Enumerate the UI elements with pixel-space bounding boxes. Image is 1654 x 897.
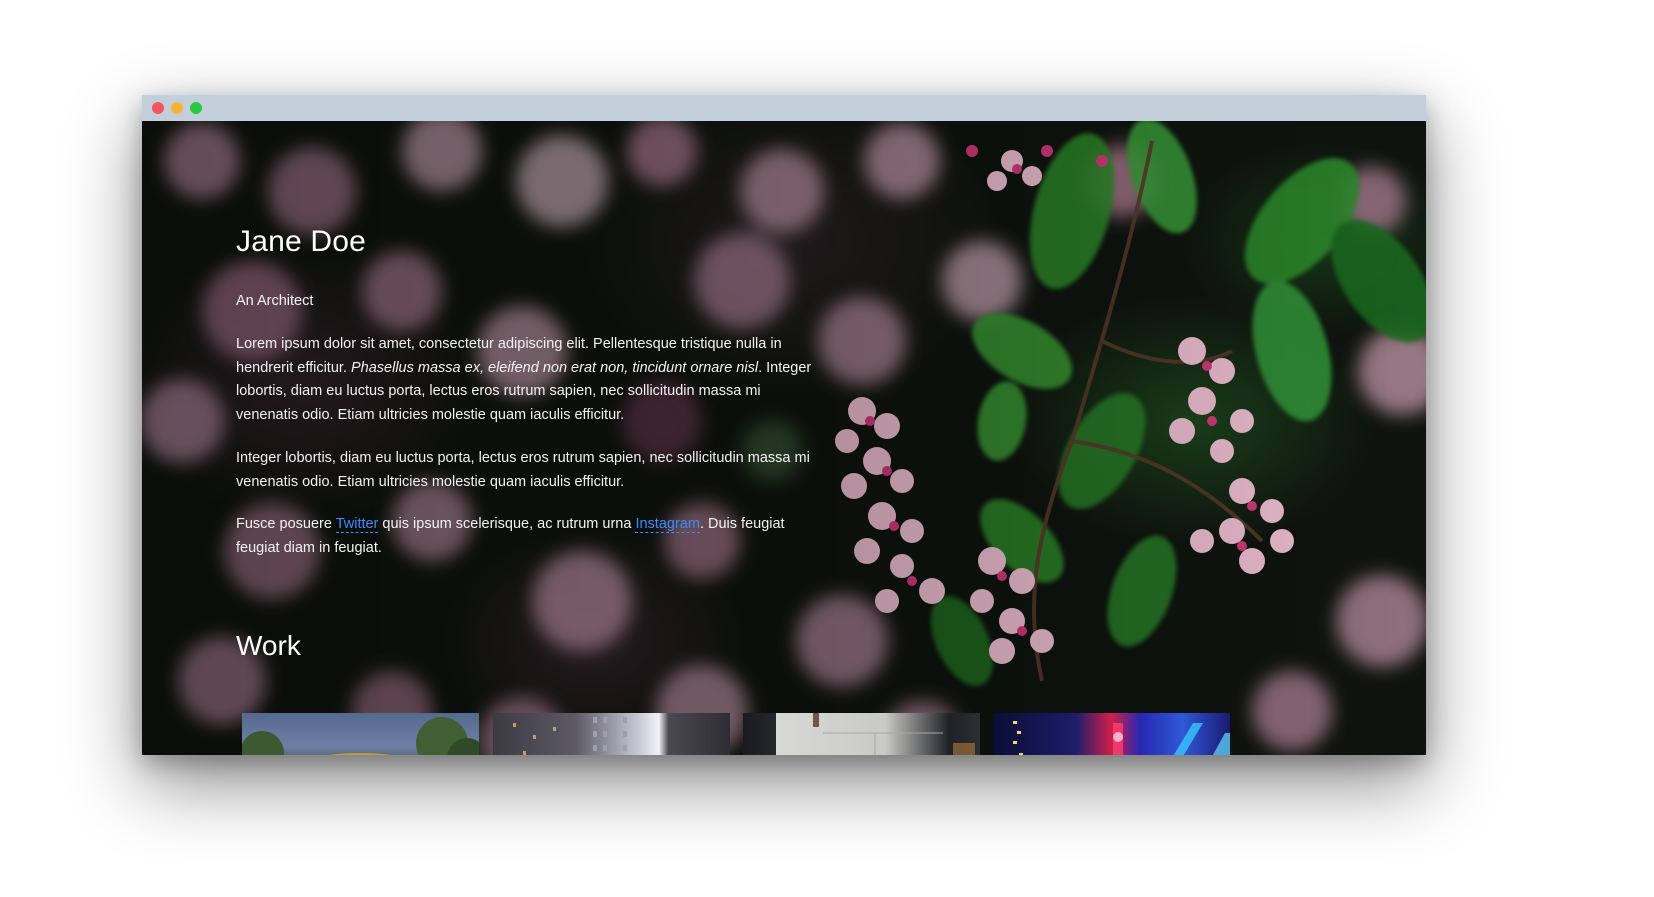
profile-role: An Architect	[236, 293, 314, 309]
bio-paragraph-2: Integer lobortis, diam eu luctus porta, …	[236, 449, 810, 490]
minimize-window-button[interactable]	[171, 102, 183, 114]
twitter-link[interactable]: Twitter	[335, 516, 379, 534]
window-titlebar	[142, 95, 1426, 121]
bio-3-text-start: Fusce posuere	[236, 516, 336, 533]
bio-3-text-mid: quis ipsum scelerisque, ac rutrum urna	[378, 516, 636, 533]
work-gallery	[242, 713, 1232, 755]
browser-window: Jane Doe An Architect Lorem ipsum dolor …	[142, 95, 1426, 755]
profile-name: Jane Doe	[236, 225, 367, 258]
bio-1-emphasis: Phasellus massa ex, eleifend non erat no…	[351, 359, 759, 376]
towers-photo	[513, 717, 627, 755]
interior-photo	[813, 713, 975, 755]
work-thumbnail-towers[interactable]	[493, 713, 730, 755]
zoom-window-button[interactable]	[190, 102, 202, 114]
work-thumbnail-building[interactable]	[242, 713, 479, 755]
work-section-title: Work	[236, 630, 301, 661]
building-photo	[242, 717, 479, 755]
bio-paragraph-3: Fusce posuere Twitter quis ipsum sceleri…	[236, 513, 816, 560]
work-thumbnail-neon[interactable]	[993, 713, 1230, 755]
intro-section: Jane Doe An Architect Lorem ipsum dolor …	[236, 221, 816, 580]
work-thumbnail-interior[interactable]	[743, 713, 980, 755]
neon-photo	[1013, 721, 1230, 755]
close-window-button[interactable]	[152, 102, 164, 114]
page-viewport: Jane Doe An Architect Lorem ipsum dolor …	[142, 121, 1426, 755]
instagram-link[interactable]: Instagram	[635, 516, 700, 534]
bio-paragraph-1: Lorem ipsum dolor sit amet, consectetur …	[236, 333, 816, 428]
